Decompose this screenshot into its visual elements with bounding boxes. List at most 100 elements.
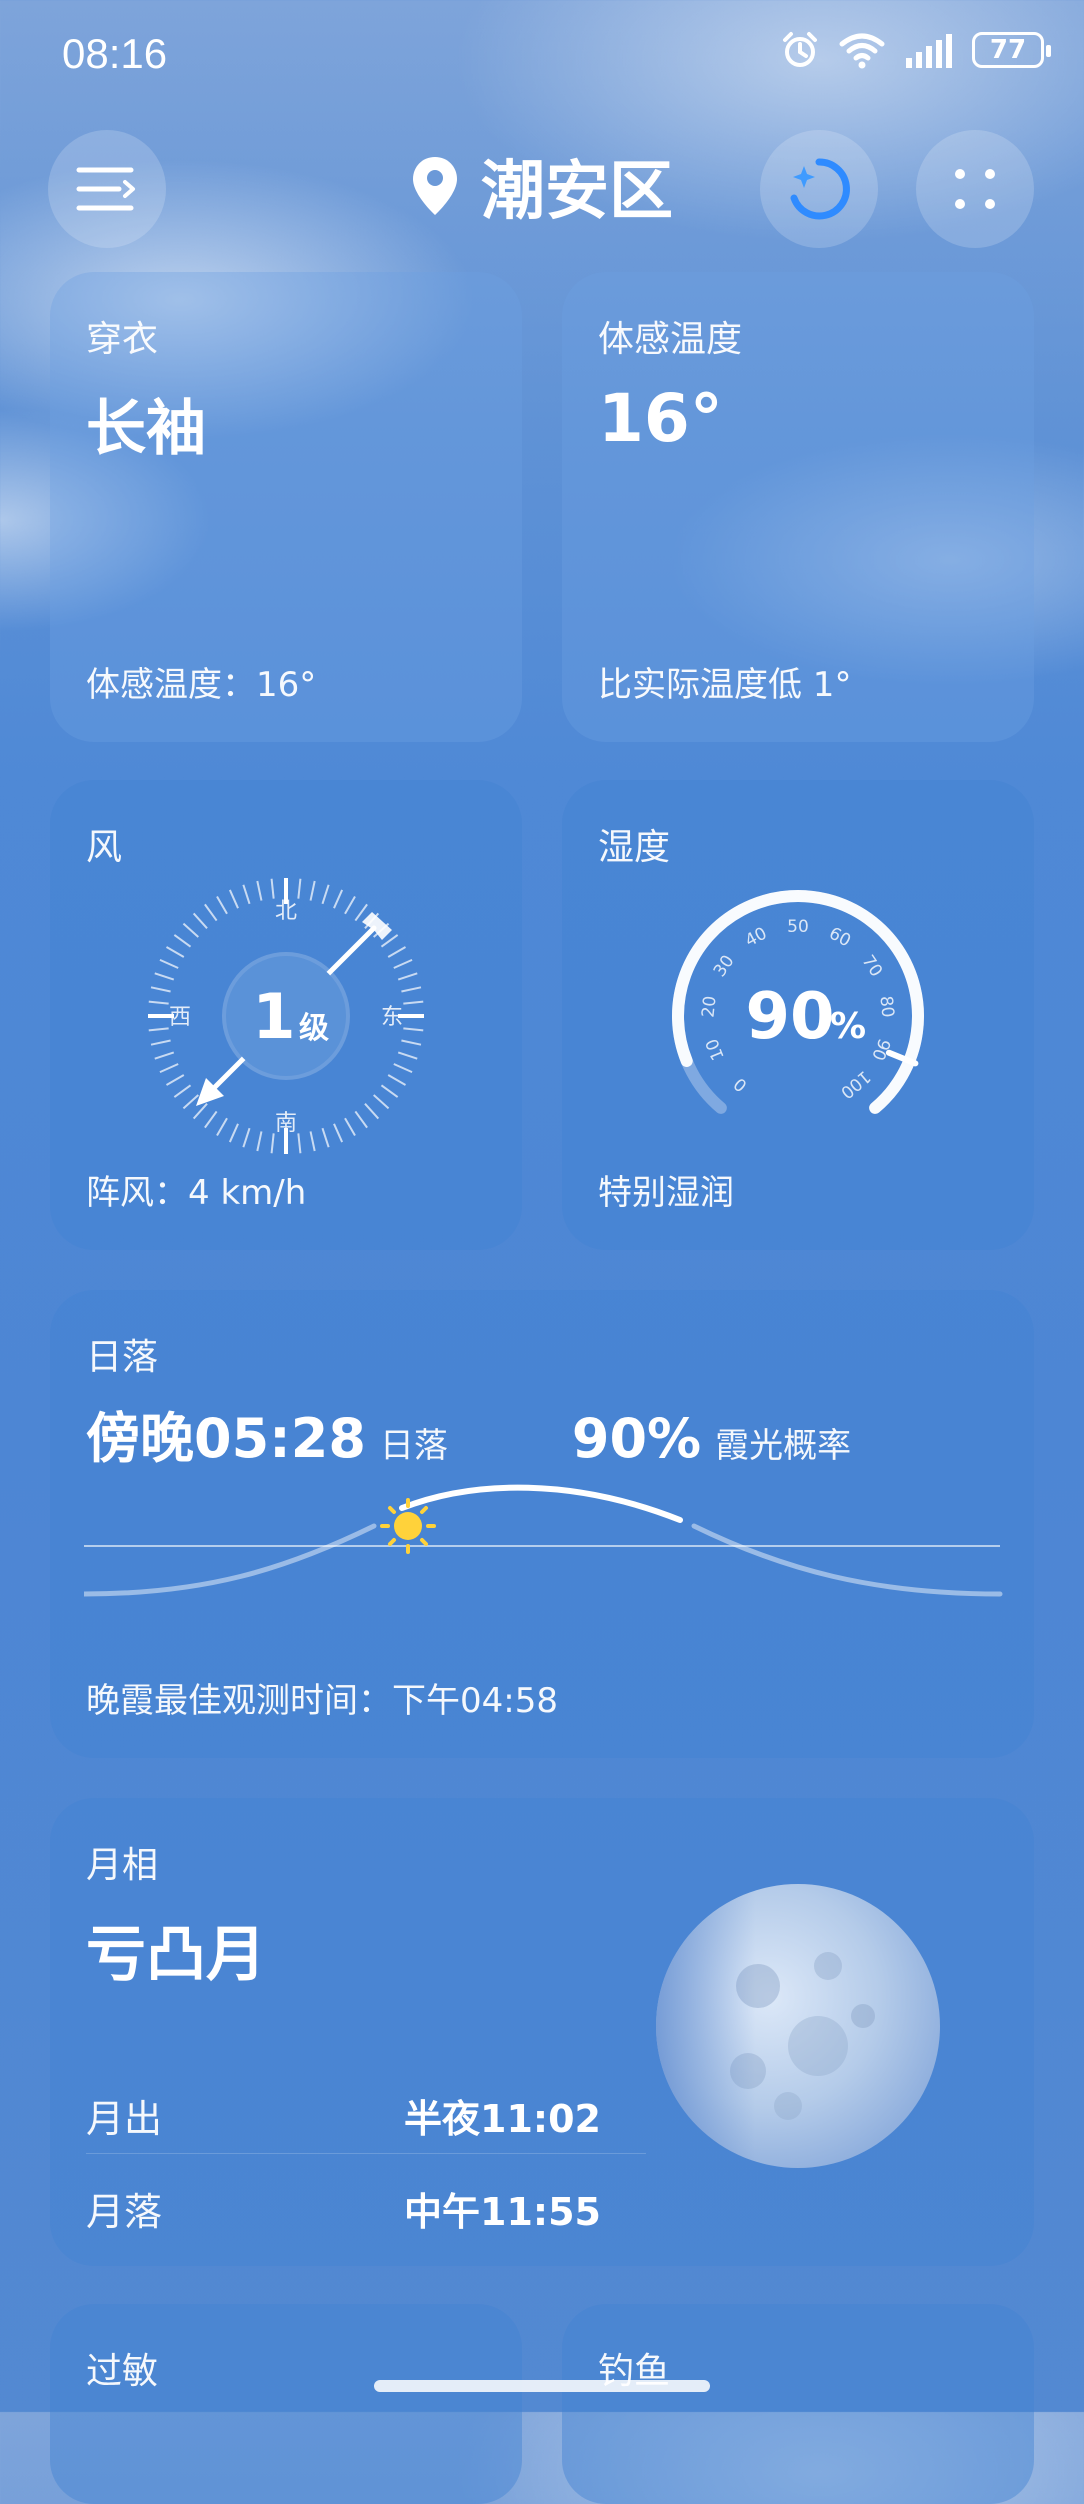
- home-indicator[interactable]: [374, 2380, 710, 2392]
- compass-tick: [344, 895, 356, 915]
- compass-tick: [182, 922, 199, 938]
- compass-tick: [204, 903, 218, 922]
- compass-tick: [173, 934, 192, 948]
- compass-tick: [373, 1094, 390, 1110]
- humidity-tick-label: 30: [710, 952, 739, 981]
- wind-card[interactable]: 风 北 南 东 西 1 级 阵风：4 km/h: [50, 780, 522, 1250]
- compass-tick: [242, 1127, 251, 1148]
- compass-tick: [270, 878, 275, 899]
- humidity-tick-label: 60: [826, 924, 854, 952]
- sunset-footer: 晚霞最佳观测时间：下午04:58: [86, 1681, 558, 1721]
- grid-dots-icon: [955, 169, 995, 209]
- more-options-button[interactable]: [916, 130, 1034, 248]
- moon-card[interactable]: 月相 亏凸月 月出 半夜11:02 月落 中午11:55: [50, 1798, 1034, 2266]
- sun-icon: [380, 1498, 436, 1554]
- sunset-label: 日落: [86, 1337, 159, 1378]
- compass-tick: [344, 1117, 356, 1137]
- humidity-tick-label: 50: [787, 917, 809, 937]
- compass-tick: [159, 958, 179, 969]
- sun-path-above: [399, 1484, 683, 1523]
- compass-tick: [204, 1110, 218, 1129]
- clothing-value: 长袖: [86, 394, 206, 464]
- wind-level-number: 1: [252, 980, 295, 1053]
- compass-tick: [228, 889, 239, 909]
- wind-dir-west: 西: [169, 1005, 191, 1030]
- sunset-card[interactable]: 日落 傍晚05:28 日落 90% 霞光概率 晚霞最佳观测时间：下午04:58: [50, 1290, 1034, 1758]
- compass-tick: [297, 878, 302, 899]
- humidity-footer: 特别湿润: [598, 1173, 734, 1213]
- sun-path-below: [84, 1523, 1003, 1597]
- status-bar: 08:16 77: [0, 0, 1084, 110]
- compass-tick: [401, 1039, 422, 1046]
- sunset-info-row: 傍晚05:28 日落 90% 霞光概率: [86, 1394, 998, 1473]
- humidity-tick-label: 90: [867, 1036, 894, 1064]
- fishing-card[interactable]: 钓鱼: [562, 2304, 1034, 2504]
- battery-indicator: 77: [972, 32, 1051, 68]
- compass-tick: [154, 1051, 175, 1060]
- feels-like-value: 16°: [598, 380, 723, 457]
- wind-footer: 阵风：4 km/h: [86, 1173, 307, 1213]
- ai-assistant-button[interactable]: [760, 130, 878, 248]
- sunset-glow-probability: 90%: [571, 1407, 702, 1470]
- compass-tick: [159, 1063, 179, 1074]
- clothing-footer: 体感温度：16°: [86, 665, 317, 705]
- humidity-label: 湿度: [598, 827, 671, 868]
- wind-compass: 北 南 东 西 1 级: [148, 878, 424, 1154]
- compass-tick: [387, 1074, 407, 1086]
- compass-tick: [154, 972, 175, 981]
- humidity-card[interactable]: 湿度 0 10 20 30 40 50 60 70 80 90 100 90 % 特别湿润: [562, 780, 1034, 1250]
- location-pin-icon: [413, 157, 457, 215]
- compass-tick: [165, 946, 185, 958]
- compass-tick: [401, 986, 422, 993]
- compass-tick: [333, 889, 344, 909]
- compass-tick: [242, 884, 251, 905]
- compass-tick: [364, 1103, 380, 1120]
- clothing-card[interactable]: 穿衣 长袖 体感温度：16°: [50, 272, 522, 742]
- moon-icon: [656, 1884, 940, 2168]
- sunset-glow-tag: 霞光概率: [715, 1426, 852, 1466]
- wind-label: 风: [86, 827, 123, 868]
- compass-tick: [256, 1131, 263, 1152]
- wifi-icon: [839, 33, 885, 69]
- moonset-row: 月落 中午11:55: [86, 2181, 646, 2236]
- compass-tick: [321, 884, 330, 905]
- feels-like-footer: 比实际温度低 1°: [598, 665, 852, 705]
- compass-tick: [165, 1074, 185, 1086]
- clothing-label: 穿衣: [86, 319, 159, 360]
- sunset-time: 傍晚05:28: [86, 1407, 366, 1470]
- compass-tick: [150, 1039, 171, 1046]
- moonrise-time: 半夜11:02: [404, 2097, 601, 2141]
- status-icons: 77: [780, 30, 1051, 70]
- moon-divider: [86, 2153, 646, 2154]
- compass-tick: [380, 1084, 399, 1098]
- ai-spinner-icon: [790, 158, 850, 220]
- sun-path-chart: [84, 1484, 1003, 1597]
- humidity-tick-label: 70: [857, 952, 886, 981]
- humidity-tick-label: 40: [742, 924, 770, 952]
- compass-tick: [228, 1123, 239, 1143]
- humidity-tick-label: 0: [730, 1073, 751, 1095]
- compass-tick: [309, 880, 316, 901]
- humidity-tick-label: 80: [875, 995, 897, 1019]
- compass-tick: [354, 1110, 368, 1129]
- compass-tick: [256, 880, 263, 901]
- humidity-tick-label: 10: [702, 1036, 729, 1064]
- compass-tick: [321, 1127, 330, 1148]
- compass-tick: [216, 895, 228, 915]
- compass-tick: [309, 1131, 316, 1152]
- sunset-time-tag: 日落: [379, 1426, 448, 1466]
- compass-tick: [192, 912, 208, 929]
- moonset-label: 月落: [86, 2190, 163, 2234]
- wind-level-unit: 级: [299, 1011, 329, 1046]
- compass-tick: [393, 1063, 413, 1074]
- compass-tick: [297, 1133, 302, 1154]
- compass-tick: [397, 1051, 418, 1060]
- allergy-card[interactable]: 过敏: [50, 2304, 522, 2504]
- feels-like-label: 体感温度: [598, 319, 743, 360]
- compass-tick: [333, 1123, 344, 1143]
- compass-tick: [270, 1133, 275, 1154]
- compass-tick: [403, 1000, 424, 1005]
- feels-like-card[interactable]: 体感温度 16° 比实际温度低 1°: [562, 272, 1034, 742]
- compass-tick: [148, 1027, 169, 1032]
- compass-tick: [393, 958, 413, 969]
